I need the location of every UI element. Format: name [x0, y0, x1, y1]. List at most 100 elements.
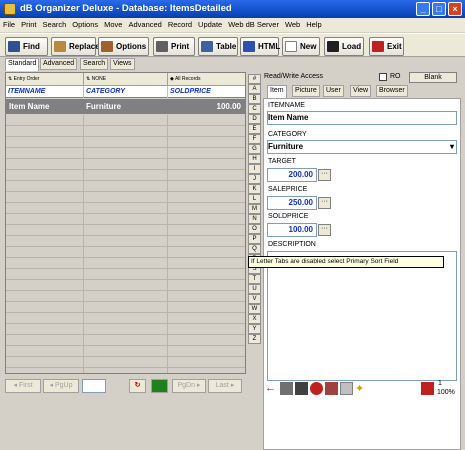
target-ellipsis-button[interactable]: ···: [318, 169, 331, 181]
itemname-field[interactable]: Item Name: [267, 111, 457, 125]
new-button[interactable]: New: [282, 37, 320, 56]
record-toolbar: ← ✦ 1 100%: [263, 380, 461, 398]
letter-tab[interactable]: Y: [248, 324, 261, 334]
letter-tab[interactable]: N: [248, 214, 261, 224]
saleprice-ellipsis-button[interactable]: ···: [318, 197, 331, 209]
letter-tab[interactable]: F: [248, 134, 261, 144]
letter-tab[interactable]: W: [248, 304, 261, 314]
filter-all-records[interactable]: ◆ All Records: [168, 73, 245, 86]
letter-tab[interactable]: O: [248, 224, 261, 234]
tab-view[interactable]: View: [350, 85, 372, 97]
menu-record[interactable]: Record: [165, 18, 195, 32]
letter-tabs: #ABCDEFGHIJKLMNOPQRSTUVWXYZ: [248, 72, 262, 392]
grid-divider: [83, 115, 84, 373]
tab-item[interactable]: Item: [267, 85, 287, 98]
letter-tab[interactable]: A: [248, 84, 261, 94]
menu-move[interactable]: Move: [101, 18, 125, 32]
table-button[interactable]: Table: [198, 37, 238, 56]
undo-icon[interactable]: [310, 382, 323, 395]
minimize-button[interactable]: _: [416, 2, 430, 16]
tab-browser[interactable]: Browser: [376, 85, 408, 97]
column-header-itemname[interactable]: ITEMNAME: [6, 86, 84, 98]
letter-tab[interactable]: X: [248, 314, 261, 324]
close-record-icon[interactable]: [421, 382, 434, 395]
sort-row: ⇅ Entry Order ⇅ NONE ◆ All Records: [6, 73, 245, 86]
target-field[interactable]: 200.00: [267, 168, 317, 182]
find-button[interactable]: Find: [5, 37, 48, 56]
printer-icon: [156, 41, 168, 53]
last-button[interactable]: Last ▸: [208, 379, 242, 393]
close-button[interactable]: ×: [448, 2, 462, 16]
letter-tab[interactable]: K: [248, 184, 261, 194]
pgdn-button[interactable]: PgDn ▸: [172, 379, 206, 393]
letter-tab[interactable]: D: [248, 114, 261, 124]
menu-help[interactable]: Help: [303, 18, 324, 32]
tab-user[interactable]: User: [323, 85, 344, 97]
letter-tab[interactable]: I: [248, 164, 261, 174]
refresh-button[interactable]: ↻: [129, 379, 146, 393]
lightbulb-icon[interactable]: ✦: [355, 382, 368, 395]
menu-options[interactable]: Options: [69, 18, 101, 32]
grid-icon[interactable]: [151, 379, 168, 393]
blank-button[interactable]: Blank: [409, 72, 457, 83]
letter-tab[interactable]: U: [248, 284, 261, 294]
letter-tab[interactable]: L: [248, 194, 261, 204]
menu-advanced[interactable]: Advanced: [125, 18, 164, 32]
sort-entry-order[interactable]: ⇅ Entry Order: [6, 73, 84, 86]
app-icon: [4, 3, 16, 15]
column-header-soldprice[interactable]: SOLDPRICE: [168, 86, 245, 98]
tab-advanced[interactable]: Advanced: [40, 58, 78, 70]
pgup-button[interactable]: ◂ PgUp: [43, 379, 79, 393]
menu-web[interactable]: Web: [282, 18, 303, 32]
letter-tab[interactable]: V: [248, 294, 261, 304]
menu-file[interactable]: File: [0, 18, 18, 32]
soldprice-ellipsis-button[interactable]: ···: [318, 224, 331, 236]
letter-tab[interactable]: G: [248, 144, 261, 154]
letter-tab[interactable]: E: [248, 124, 261, 134]
menu-web-db-server[interactable]: Web dB Server: [225, 18, 282, 32]
replace-button[interactable]: Replace: [51, 37, 100, 56]
printer-icon[interactable]: [280, 382, 293, 395]
window-title: dB Organizer Deluxe - Database: ItemsDet…: [20, 3, 232, 14]
maximize-button[interactable]: □: [432, 2, 446, 16]
menu-print[interactable]: Print: [18, 18, 39, 32]
ro-checkbox[interactable]: [379, 73, 387, 81]
letter-tab[interactable]: C: [248, 104, 261, 114]
tab-picture[interactable]: Picture: [292, 85, 320, 97]
category-dropdown[interactable]: Furniture ▾: [267, 140, 457, 154]
copy-icon[interactable]: [340, 382, 353, 395]
letter-tab[interactable]: P: [248, 234, 261, 244]
tab-standard[interactable]: Standard: [5, 58, 40, 71]
goto-record-input[interactable]: [82, 379, 106, 393]
soldprice-field[interactable]: 100.00: [267, 223, 317, 237]
tab-views[interactable]: Views: [110, 58, 135, 70]
description-field[interactable]: [267, 251, 457, 381]
html-button[interactable]: HTML: [240, 37, 280, 56]
target-label: TARGET: [268, 158, 296, 165]
letter-tab[interactable]: #: [248, 74, 261, 84]
saleprice-label: SALEPRICE: [268, 186, 308, 193]
load-button[interactable]: Load: [324, 37, 364, 56]
menu-update[interactable]: Update: [195, 18, 225, 32]
first-button[interactable]: ◂ First: [5, 379, 41, 393]
table-row[interactable]: Item Name Furniture 100.00: [6, 99, 245, 114]
exit-button[interactable]: Exit: [369, 37, 404, 56]
sort-none[interactable]: ⇅ NONE: [84, 73, 168, 86]
column-header-category[interactable]: CATEGORY: [84, 86, 168, 98]
trash-icon[interactable]: [295, 382, 308, 395]
menu-search[interactable]: Search: [40, 18, 70, 32]
letter-tab[interactable]: T: [248, 274, 261, 284]
tab-search[interactable]: Search: [80, 58, 109, 70]
empty-grid-row: [6, 203, 245, 214]
letter-tab[interactable]: M: [248, 204, 261, 214]
saleprice-field[interactable]: 250.00: [267, 196, 317, 210]
letter-tab[interactable]: Z: [248, 334, 261, 344]
letter-tab[interactable]: B: [248, 94, 261, 104]
print-button[interactable]: Print: [153, 37, 195, 56]
save-icon[interactable]: [325, 382, 338, 395]
letter-tab[interactable]: H: [248, 154, 261, 164]
options-button[interactable]: Options: [98, 37, 149, 56]
letter-tab[interactable]: J: [248, 174, 261, 184]
letter-tab[interactable]: Q: [248, 244, 261, 254]
arrow-left-icon[interactable]: ←: [265, 382, 278, 395]
